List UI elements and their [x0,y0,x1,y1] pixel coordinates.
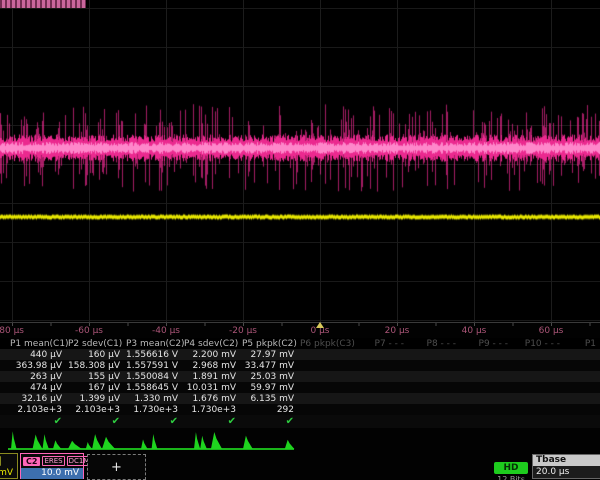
table-value-cell: 158.308 µV [68,361,126,371]
hd-mode-indicator[interactable]: HD 12 Bits [490,455,532,480]
table-value-cell: 1.730e+3 [184,405,242,415]
table-value-cell: 1.676 mV [184,394,242,404]
status-check-icon: ✔ [68,417,126,427]
histicon[interactable] [182,428,239,450]
plus-icon: + [111,461,122,474]
table-value-cell: 2.200 mV [184,350,242,360]
histicon[interactable] [68,428,125,450]
x-axis-label: 60 µs [539,326,564,336]
x-axis-label: -60 µs [75,326,103,336]
table-header-cell[interactable]: P9 - - - [462,339,514,349]
x-axis-label: -40 µs [152,326,180,336]
table-value-cell: 1.557591 V [126,361,184,371]
table-row: P1 mean(C1)P2 sdev(C1)P3 mean(C2)P4 sdev… [0,338,600,349]
table-value-cell: 292 [242,405,300,415]
x-axis-label: 0 µs [310,326,329,336]
table-value-cell: 10.031 mV [184,383,242,393]
channel-descriptor-c2[interactable]: C2 ERES DC1M 10.0 mV [20,453,84,479]
table-value-cell: 363.98 µV [10,361,68,371]
c2-label: C2 [23,457,40,466]
table-value-cell: 263 µV [10,372,68,382]
histicon[interactable] [239,428,296,450]
table-value-cell: 27.97 mV [242,350,300,360]
hd-badge: HD [494,462,528,474]
table-value-cell: 2.968 mV [184,361,242,371]
table-value-cell: 1.556616 V [126,350,184,360]
table-header-cell[interactable]: P1 mean(C1) [10,339,68,349]
add-trace-button[interactable]: + [87,454,146,480]
oscilloscope-screen: -80 µs -60 µs -40 µs -20 µs 0 µs 20 µs 40 µs 60… [0,0,600,480]
histicon[interactable] [125,428,182,450]
c2-scale-value: 10.0 mV [21,468,83,479]
timebase-title: Tbase [533,455,600,466]
table-value-cell: 59.97 mV [242,383,300,393]
table-row: 32.16 µV1.399 µV1.330 mV1.676 mV6.135 mV [0,393,600,404]
x-axis-label: -80 µs [0,326,24,336]
timebase-value: 20.0 µs [533,466,600,478]
table-header-cell[interactable]: P7 - - - [358,339,410,349]
table-header-cell[interactable]: P4 sdev(C2) [184,339,242,349]
table-value-cell: 167 µV [68,383,126,393]
status-check-icon: ✔ [184,417,242,427]
status-check-icon: ✔ [10,417,68,427]
table-row: 363.98 µV158.308 µV1.557591 V2.968 mV33.… [0,360,600,371]
measure-table: P1 mean(C1)P2 sdev(C1)P3 mean(C2)P4 sdev… [0,338,600,428]
table-value-cell: 2.103e+3 [10,405,68,415]
table-value-cell: 32.16 µV [10,394,68,404]
table-value-cell: 1.558645 V [126,383,184,393]
x-axis: -80 µs -60 µs -40 µs -20 µs 0 µs 20 µs 40 µs 60… [0,322,600,339]
hd-bits-label: 12 Bits [490,475,532,480]
table-header-cell[interactable]: P3 mean(C2) [126,339,184,349]
histicon-row [0,427,600,452]
histicon[interactable] [11,428,68,450]
table-value-cell: 440 µV [10,350,68,360]
status-check-icon: ✔ [242,417,300,427]
x-axis-label: 40 µs [462,326,487,336]
channel-descriptor-c1[interactable]: C1 DC1M 10.0 mV [0,453,18,479]
clipped-trace-label[interactable] [0,0,86,8]
table-value-cell: 2.103e+3 [68,405,126,415]
table-header-cell[interactable]: P1 [566,339,600,349]
table-header-cell[interactable]: P10 - - - [514,339,566,349]
table-value-cell: 1.730e+3 [126,405,184,415]
table-value-cell: 155 µV [68,372,126,382]
table-value-cell: 1.399 µV [68,394,126,404]
waveform-canvas[interactable] [0,0,600,322]
c1-scale-value: 10.0 mV [0,468,17,479]
table-value-cell: 1.550084 V [126,372,184,382]
table-value-cell: 160 µV [68,350,126,360]
table-header-cell[interactable]: P8 - - - [410,339,462,349]
table-header-cell[interactable]: P5 pkpk(C2) [242,339,300,349]
table-value-cell: 1.330 mV [126,394,184,404]
table-value-cell: 33.477 mV [242,361,300,371]
table-header-cell[interactable]: P6 pkpk(C3) [300,339,358,349]
x-axis-label: -20 µs [229,326,257,336]
table-row: 263 µV155 µV1.550084 V1.891 mV25.03 mV [0,371,600,382]
descriptor-bar: C1 DC1M 10.0 mV C2 ERES DC1M 10.0 mV + H… [0,452,600,480]
timebase-descriptor[interactable]: Tbase 20.0 µs [532,454,600,479]
status-check-icon: ✔ [126,417,184,427]
table-value-cell: 474 µV [10,383,68,393]
table-value-cell: 6.135 mV [242,394,300,404]
c2-eres-badge: ERES [42,456,64,466]
table-value-cell: 25.03 mV [242,372,300,382]
table-header-cell[interactable]: P2 sdev(C1) [68,339,126,349]
table-value-cell: 1.891 mV [184,372,242,382]
c1-coupling-badge: DC1M [0,456,1,466]
waveform-grid[interactable] [0,0,600,322]
table-row: 440 µV160 µV1.556616 V2.200 mV27.97 mV [0,349,600,360]
table-row: 474 µV167 µV1.558645 V10.031 mV59.97 mV [0,382,600,393]
x-axis-label: 20 µs [385,326,410,336]
table-row: 2.103e+32.103e+31.730e+31.730e+3292 [0,404,600,415]
